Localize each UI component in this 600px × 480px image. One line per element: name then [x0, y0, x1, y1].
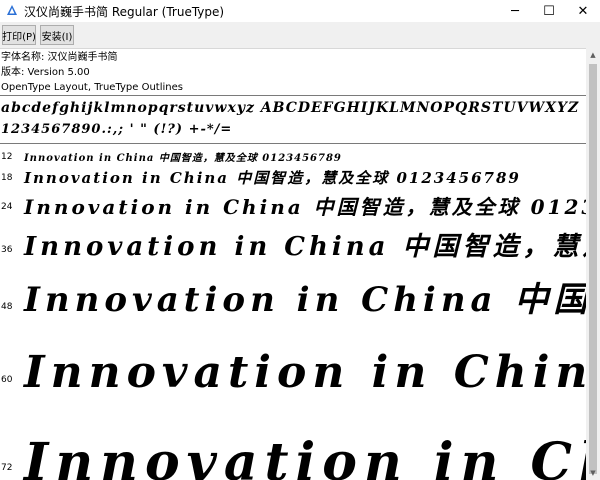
- sample-text: Innovation in China 中国智造，慧及全球 0123456789: [24, 169, 521, 187]
- size-label: 24: [1, 202, 13, 212]
- sample-text: Innovation in China 中国智造，慧及全球: [24, 232, 586, 262]
- font-info: 字体名称: 汉仪尚巍手书简 版本: Version 5.00 OpenType …: [0, 50, 586, 95]
- size-label: 36: [1, 245, 13, 255]
- sample-row-72: 72 Innovation in China 中: [0, 414, 586, 480]
- sample-text: Innovation in China 中国智造，慧及全球 0123456789: [24, 153, 342, 164]
- scrollbar-thumb[interactable]: [589, 64, 597, 474]
- size-label: 48: [1, 302, 13, 312]
- scroll-down-arrow-icon[interactable]: ▼: [586, 466, 600, 480]
- vertical-scrollbar[interactable]: ▲ ▼: [586, 48, 600, 480]
- version-line: 版本: Version 5.00: [1, 67, 90, 78]
- divider: [0, 143, 586, 144]
- size-label: 72: [1, 463, 13, 473]
- print-button[interactable]: 打印(P): [2, 25, 36, 45]
- sample-text: Innovation in China 中国智造，: [24, 280, 586, 320]
- size-label: 12: [1, 152, 13, 162]
- size-label: 60: [1, 375, 13, 385]
- charset-symbols: 1234567890.:,; ' " (!?) +-*/=: [1, 122, 233, 137]
- divider: [0, 95, 586, 96]
- sample-row-48: 48 Innovation in China 中国智造，: [0, 268, 586, 330]
- sample-text: Innovation in China 中国: [24, 347, 586, 398]
- toolbar: 打印(P) 安装(I): [0, 22, 600, 49]
- window-title: 汉仪尚巍手书简 Regular (TrueType): [24, 5, 225, 19]
- charset-letters: abcdefghijklmnopqrstuvwxyz ABCDEFGHIJKLM…: [1, 100, 580, 116]
- install-button[interactable]: 安装(I): [40, 25, 74, 45]
- sample-text: Innovation in China 中国智造，慧及全球 0123456789: [24, 195, 586, 219]
- font-viewer-icon: [7, 5, 17, 15]
- sample-text: Innovation in China 中: [24, 432, 586, 480]
- size-label: 18: [1, 173, 13, 183]
- close-button[interactable]: ✕: [566, 0, 600, 22]
- font-type-line: OpenType Layout, TrueType Outlines: [1, 82, 183, 93]
- sample-row-12: 12 Innovation in China 中国智造，慧及全球 0123456…: [0, 148, 586, 166]
- sample-row-24: 24 Innovation in China 中国智造，慧及全球 0123456…: [0, 190, 586, 224]
- sample-row-18: 18 Innovation in China 中国智造，慧及全球 0123456…: [0, 166, 586, 190]
- font-name-line: 字体名称: 汉仪尚巍手书简: [1, 52, 118, 63]
- title-bar: 汉仪尚巍手书简 Regular (TrueType) ─ ☐ ✕: [0, 0, 600, 22]
- scroll-up-arrow-icon[interactable]: ▲: [586, 48, 600, 62]
- maximize-button[interactable]: ☐: [532, 0, 566, 22]
- sample-row-36: 36 Innovation in China 中国智造，慧及全球: [0, 224, 586, 268]
- minimize-button[interactable]: ─: [498, 0, 532, 22]
- sample-row-60: 60 Innovation in China 中国: [0, 330, 586, 414]
